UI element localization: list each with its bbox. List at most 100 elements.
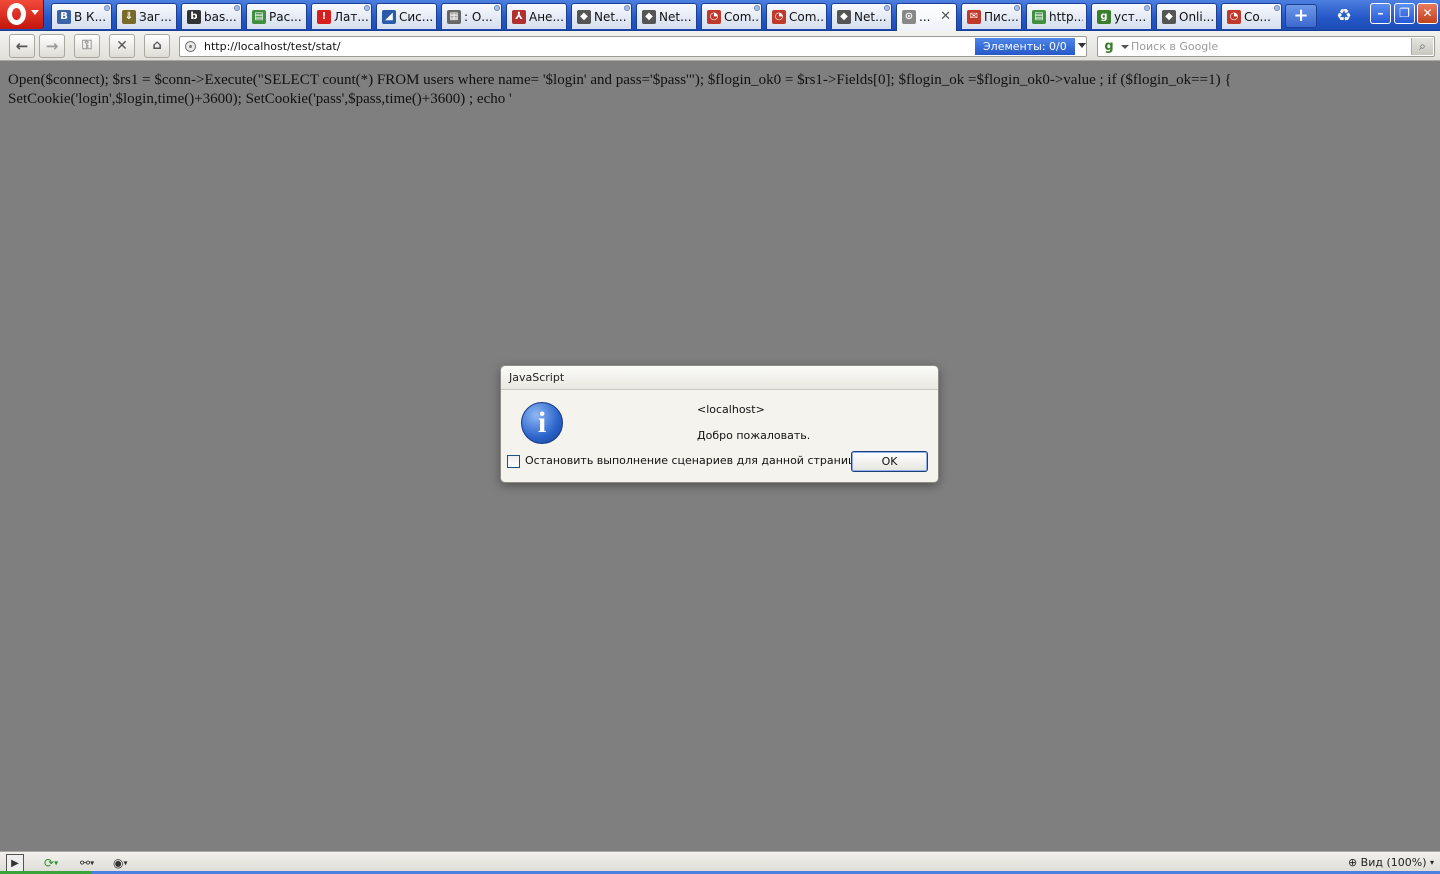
elements-counter[interactable]: Элементы: 0/0 (975, 38, 1075, 55)
tab-favicon-icon: ◆ (642, 10, 656, 24)
site-info-icon[interactable] (185, 41, 196, 52)
tab-indicator-icon (1144, 5, 1150, 11)
tab-label: : О... (464, 10, 493, 24)
tab-favicon-icon: ▤ (252, 10, 266, 24)
wand-key-button[interactable]: ⚿ (74, 34, 100, 58)
tab-label: Net... (594, 10, 627, 24)
tab-favicon-icon: ⇓ (122, 10, 136, 24)
tab-favicon-icon: ◆ (837, 10, 851, 24)
sync-icon[interactable]: ⟳▾ (44, 854, 70, 872)
tab-label: уст... (1114, 10, 1147, 24)
zoom-control[interactable]: ⊕ Вид (100%) ▾ (1348, 854, 1434, 872)
tab-favicon-icon: ◆ (1162, 10, 1176, 24)
chevron-down-icon[interactable] (1121, 45, 1129, 49)
tab-favicon-icon: ◢ (382, 10, 396, 24)
tab-label: bas... (204, 10, 237, 24)
turbo-icon[interactable]: ◉▾ (113, 854, 141, 872)
tab-label: В К... (74, 10, 107, 24)
chevron-down-icon (31, 10, 39, 15)
tab-14[interactable]: ⊙... ✕ (896, 3, 957, 31)
tab-label: Onli... (1179, 10, 1213, 24)
tab-2[interactable]: ⇓ Заг... (116, 3, 177, 29)
tab-19[interactable]: ◔ Co... (1221, 3, 1282, 29)
address-bar[interactable]: http://localhost/test/stat/ Элементы: 0/… (179, 36, 1087, 57)
tab-10[interactable]: ◆ Net... (636, 3, 697, 29)
zoom-icon: ⊕ (1347, 856, 1358, 869)
dialog-origin: <localhost> (697, 403, 765, 416)
tab-11[interactable]: ◔Com... (701, 3, 762, 29)
tab-1[interactable]: ВВ К... (51, 3, 112, 29)
tab-label: Net... (854, 10, 887, 24)
tab-label: Co... (1244, 10, 1271, 24)
tab-3[interactable]: b bas... (181, 3, 242, 29)
tab-7[interactable]: ▦: О... (441, 3, 502, 29)
search-bar[interactable]: g ⌕ (1097, 36, 1435, 57)
tab-favicon-icon: ◔ (772, 10, 786, 24)
tab-favicon-icon: ▤ (1032, 10, 1046, 24)
chevron-down-icon[interactable] (1078, 43, 1086, 48)
tab-indicator-icon (754, 5, 760, 11)
tab-favicon-icon: ⅄ (512, 10, 526, 24)
chevron-down-icon: ▾ (1429, 858, 1434, 867)
tab-label: Com... (789, 10, 823, 24)
stop-button[interactable]: ✕ (109, 34, 135, 58)
tab-label: Пис... (984, 10, 1018, 24)
home-button[interactable]: ⌂ (144, 34, 170, 58)
tab-label: Лат... (334, 10, 368, 24)
tab-6[interactable]: ◢ Сис... (376, 3, 437, 29)
ok-button[interactable]: OK (851, 451, 928, 472)
tab-label: Net... (659, 10, 692, 24)
tab-5[interactable]: ! Лат... (311, 3, 372, 29)
tab-indicator-icon (104, 5, 110, 11)
address-url[interactable]: http://localhost/test/stat/ (204, 40, 964, 54)
tab-label: Рас... (269, 10, 302, 24)
forward-button[interactable]: → (39, 34, 65, 58)
panel-toggle-icon[interactable]: ▶ (6, 854, 24, 872)
tab-favicon-icon: b (187, 10, 201, 24)
tab-indicator-icon (884, 5, 890, 11)
tab-12[interactable]: ◔Com... (766, 3, 827, 29)
opera-logo-icon (7, 3, 26, 25)
search-icon[interactable]: ⌕ (1411, 38, 1433, 55)
tab-indicator-icon (234, 5, 240, 11)
opera-menu-button[interactable] (0, 0, 44, 29)
stop-scripts-checkbox[interactable] (507, 455, 520, 468)
trash-icon[interactable]: ♻ (1331, 4, 1357, 28)
zoom-label: Вид (100%) (1360, 856, 1427, 869)
back-button[interactable]: ← (9, 34, 35, 58)
tab-label: Заг... (139, 10, 172, 24)
tab-favicon-icon: ◔ (1227, 10, 1241, 24)
tab-9[interactable]: ◆ Net... (571, 3, 632, 29)
tab-close-icon[interactable]: ✕ (940, 10, 951, 23)
tab-18[interactable]: ◆ Onli... (1156, 3, 1217, 29)
tab-16[interactable]: ▤ http... (1026, 3, 1087, 29)
tab-favicon-icon: ⊙ (902, 10, 916, 24)
tab-13[interactable]: ◆ Net... (831, 3, 892, 29)
tab-label: http... (1049, 10, 1083, 24)
tab-8[interactable]: ⅄ Ане... (506, 3, 567, 29)
minimize-button[interactable]: – (1370, 3, 1391, 24)
window-close-button[interactable]: ✕ (1417, 3, 1438, 24)
tab-4[interactable]: ▤ Рас... (246, 3, 307, 29)
tab-indicator-icon (624, 5, 630, 11)
dialog-message: Добро пожаловать. (697, 429, 811, 442)
stop-scripts-label[interactable]: Остановить выполнение сценариев для данн… (525, 453, 864, 469)
tab-15[interactable]: ✉ Пис... (961, 3, 1022, 29)
tab-favicon-icon: В (57, 10, 71, 24)
info-icon: i (521, 402, 563, 444)
status-bar: ▶ ⟳▾ ⚯▾ ◉▾ ⊕ Вид (100%) ▾ (0, 851, 1440, 874)
tab-indicator-icon (494, 5, 500, 11)
new-tab-button[interactable]: + (1285, 4, 1317, 28)
tab-favicon-icon: ◆ (577, 10, 591, 24)
google-icon[interactable]: g (1101, 39, 1117, 54)
unite-icon[interactable]: ⚯▾ (80, 854, 106, 872)
tab-favicon-icon: ✉ (967, 10, 981, 24)
navigation-toolbar: ← → ⚿ ✕ ⌂ http://localhost/test/stat/ Эл… (0, 31, 1440, 61)
maximize-button[interactable]: ❐ (1394, 3, 1415, 24)
tab-17[interactable]: g уст... (1091, 3, 1152, 29)
tab-favicon-icon: g (1097, 10, 1111, 24)
tab-label: Com... (724, 10, 758, 24)
page-body-text: Open($connect); $rs1 = $conn->Execute("S… (8, 72, 1232, 107)
search-input[interactable] (1131, 38, 1401, 55)
tab-favicon-icon: ! (317, 10, 331, 24)
